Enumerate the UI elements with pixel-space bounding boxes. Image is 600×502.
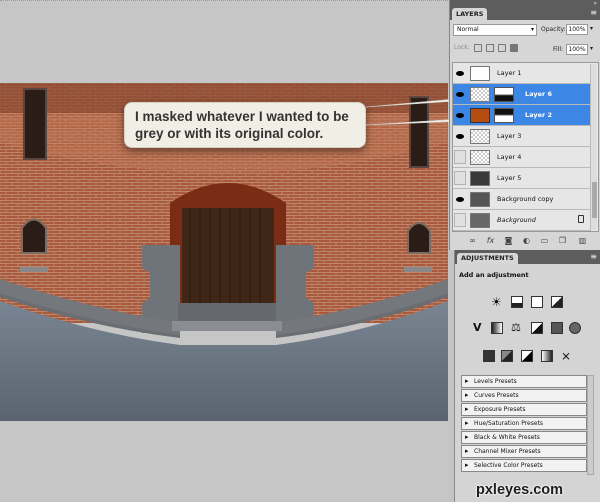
layer-thumbnail	[470, 129, 490, 144]
layer-row[interactable]: Background copy	[453, 189, 591, 210]
chevron-down-icon[interactable]: ▾	[590, 25, 593, 32]
layer-name: Layer 5	[497, 174, 522, 182]
collapse-icon[interactable]: »	[593, 0, 597, 7]
eye-icon[interactable]	[456, 69, 464, 77]
selective-color-icon[interactable]: ⨯	[561, 350, 573, 362]
chevron-down-icon: ▾	[530, 26, 534, 33]
exposure-icon[interactable]	[551, 296, 563, 308]
visibility-toggle[interactable]	[454, 150, 466, 164]
layer-row[interactable]: Layer 4	[453, 147, 591, 168]
posterize-icon[interactable]	[501, 350, 513, 362]
watermark: pxleyes.com	[476, 482, 564, 498]
lock-label: Lock:	[454, 44, 470, 51]
panel-menu-icon[interactable]: ≡	[590, 252, 597, 261]
layer-name: Background	[497, 216, 536, 224]
lock-icon	[578, 215, 584, 223]
preset-item[interactable]: Channel Mixer Presets	[461, 445, 587, 458]
new-group-icon[interactable]: ▭	[540, 236, 549, 245]
add-mask-icon[interactable]: ◙	[504, 236, 513, 245]
layer-row[interactable]: Layer 2	[453, 105, 591, 126]
layer-row[interactable]: Layer 5	[453, 168, 591, 189]
layer-name: Layer 2	[525, 111, 552, 119]
tab-adjustments[interactable]: ADJUSTMENTS	[457, 253, 518, 264]
presets-list: Levels Presets Curves Presets Exposure P…	[461, 375, 587, 475]
black-white-icon[interactable]	[531, 322, 543, 334]
layer-thumbnail	[470, 108, 490, 123]
photo-filter-icon[interactable]	[551, 322, 563, 334]
layer-thumbnail	[470, 171, 490, 186]
panel-menu-icon[interactable]: ≡	[590, 8, 597, 17]
link-layers-icon[interactable]: ∞	[468, 236, 477, 245]
brightness-icon[interactable]: ☀	[491, 296, 503, 308]
lock-pixels-icon[interactable]	[486, 44, 494, 52]
eye-icon[interactable]	[456, 90, 464, 98]
chevron-down-icon[interactable]: ▾	[590, 45, 593, 52]
preset-item[interactable]: Hue/Saturation Presets	[461, 417, 587, 430]
eye-icon[interactable]	[456, 132, 464, 140]
layer-row[interactable]: Layer 3	[453, 126, 591, 147]
tutorial-callout: I masked whatever I wanted to be grey or…	[124, 102, 366, 148]
adjustments-title: Add an adjustment	[459, 271, 529, 279]
layer-name: Layer 1	[497, 69, 522, 77]
color-balance-icon[interactable]: ⚖	[511, 322, 523, 334]
adjustments-panel: ADJUSTMENTS ≡ Add an adjustment ☀ V ⚖ ⨯ …	[454, 250, 600, 502]
callout-text: I masked whatever I wanted to be grey or…	[135, 109, 349, 141]
layer-style-icon[interactable]: fx	[486, 236, 495, 245]
new-layer-icon[interactable]: ❐	[558, 236, 567, 245]
invert-icon[interactable]	[483, 350, 495, 362]
layers-panel: LAYERS » ≡ Normal ▾ Opacity: 100% ▾ Lock…	[449, 0, 600, 250]
curves-icon[interactable]	[531, 296, 543, 308]
adjustments-scrollbar[interactable]	[587, 375, 594, 475]
eye-icon[interactable]	[456, 195, 464, 203]
layer-row[interactable]: Background	[453, 210, 591, 231]
layer-mask-thumbnail[interactable]	[494, 108, 514, 123]
blend-mode-value: Normal	[457, 26, 479, 33]
layer-list: Layer 1 Layer 6 Layer 2 Layer 3 Layer 4	[452, 62, 599, 232]
preset-item[interactable]: Selective Color Presets	[461, 459, 587, 472]
layer-mask-thumbnail[interactable]	[494, 87, 514, 102]
preset-item[interactable]: Black & White Presets	[461, 431, 587, 444]
lock-transparency-icon[interactable]	[474, 44, 482, 52]
layer-thumbnail	[470, 213, 490, 228]
levels-icon[interactable]	[511, 296, 523, 308]
layers-scrollbar[interactable]	[590, 64, 597, 230]
preset-item[interactable]: Levels Presets	[461, 375, 587, 388]
layers-footer: ∞ fx ◙ ◐ ▭ ❐ ▥	[450, 234, 600, 248]
hue-saturation-icon[interactable]	[491, 322, 503, 334]
fill-label: Fill:	[553, 46, 564, 53]
opacity-label: Opacity:	[541, 26, 566, 33]
lock-position-icon[interactable]	[498, 44, 506, 52]
layers-options: Normal ▾ Opacity: 100% ▾ Lock: Fill: 100…	[450, 20, 600, 62]
channel-mixer-icon[interactable]	[569, 322, 581, 334]
trash-icon[interactable]: ▥	[578, 236, 587, 245]
opacity-input[interactable]: 100%	[566, 24, 588, 35]
layer-name: Layer 6	[525, 90, 552, 98]
layer-thumbnail	[470, 66, 490, 81]
vibrance-icon[interactable]: V	[473, 322, 485, 334]
layer-name: Background copy	[497, 195, 554, 203]
preset-item[interactable]: Exposure Presets	[461, 403, 587, 416]
threshold-icon[interactable]	[521, 350, 533, 362]
adjustments-tabbar: ADJUSTMENTS ≡	[455, 250, 600, 264]
lock-all-icon[interactable]	[510, 44, 518, 52]
layer-thumbnail	[470, 87, 490, 102]
fill-input[interactable]: 100%	[566, 44, 588, 55]
layer-row[interactable]: Layer 6	[453, 84, 591, 105]
preset-item[interactable]: Curves Presets	[461, 389, 587, 402]
layer-row[interactable]: Layer 1	[453, 63, 591, 84]
layer-name: Layer 3	[497, 132, 522, 140]
visibility-toggle[interactable]	[454, 171, 466, 185]
layer-thumbnail	[470, 150, 490, 165]
layer-name: Layer 4	[497, 153, 522, 161]
gradient-map-icon[interactable]	[541, 350, 553, 362]
visibility-toggle[interactable]	[454, 213, 466, 227]
blend-mode-select[interactable]: Normal ▾	[453, 24, 537, 36]
layer-thumbnail	[470, 192, 490, 207]
layers-tabbar: LAYERS » ≡	[450, 0, 600, 21]
eye-icon[interactable]	[456, 111, 464, 119]
adjustment-layer-icon[interactable]: ◐	[522, 236, 531, 245]
canvas-area[interactable]: I masked whatever I wanted to be grey or…	[0, 0, 521, 502]
